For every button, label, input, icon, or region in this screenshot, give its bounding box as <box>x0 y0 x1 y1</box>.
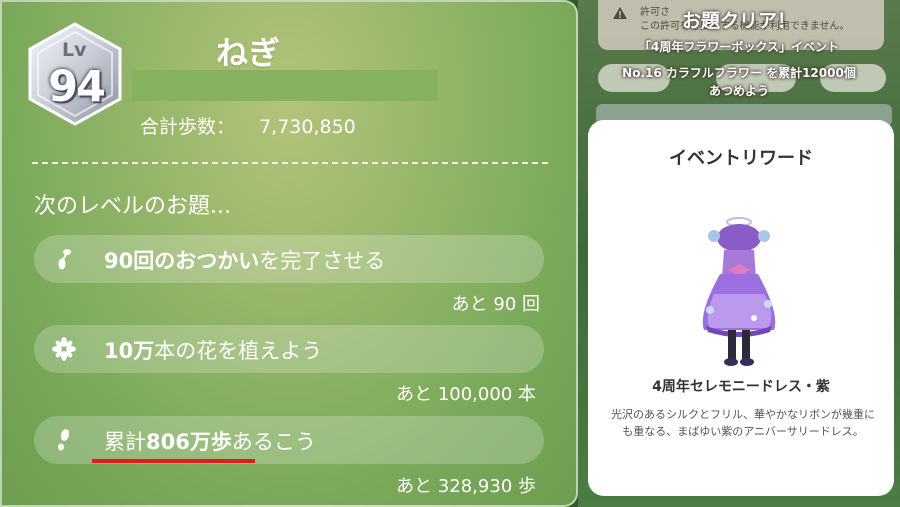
quest-event-name: 「4周年フラワーボックス」イベント <box>639 40 839 54</box>
total-steps-label: 合計歩数： <box>140 116 236 138</box>
reward-name: 4周年セレモニードレス・紫 <box>652 379 830 395</box>
task-label: 90回のおつかいを完了させる <box>104 249 386 273</box>
task-label: 累計806万歩あるこう <box>104 430 316 454</box>
reward-card[interactable]: イベントリワード 4周年セレモニードレス・紫 光沢のあるシルクとフリル、華やかな… <box>588 120 894 496</box>
task-remaining: あと 90 回 <box>451 294 540 315</box>
task-row[interactable]: 累計806万歩あるこう <box>34 416 544 464</box>
task-row[interactable]: 90回のおつかいを完了させる <box>34 235 544 283</box>
task-remaining: あと 100,000 本 <box>396 384 536 405</box>
level-label: Lv <box>62 39 87 61</box>
next-level-heading: 次のレベルのお題... <box>34 194 231 219</box>
flower-icon <box>52 337 76 361</box>
task-row[interactable]: 10万本の花を植えよう <box>34 325 544 373</box>
level-number: 94 <box>48 62 106 112</box>
task-remaining: あと 328,930 歩 <box>396 476 536 497</box>
total-steps-value: 7,730,850 <box>259 116 356 138</box>
quest-description: No.16 カラフルフラワー を累計12000個 あつめよう <box>622 66 856 98</box>
red-underline-annotation <box>92 459 255 463</box>
player-name: ねぎ <box>216 34 281 72</box>
reward-description: 光沢のあるシルクとフリル、華やかなリボンが幾重にも重なる、まばゆい紫のアニバーサ… <box>611 408 875 438</box>
total-steps: 合計歩数： 7,730,850 <box>140 112 356 139</box>
level-panel: Lv 94 ねぎ 合計歩数： 7,730,850 次のレベルのお題... 90回… <box>0 0 578 507</box>
quest-clear-title: お題クリア！ <box>681 10 796 32</box>
task-label: 10万本の花を植えよう <box>104 339 323 363</box>
event-background: 許可さ この許可を必要とする機能が利用できません。 お題クリア！ 「4周年フラワ… <box>578 0 900 507</box>
divider <box>32 162 548 164</box>
level-badge: Lv 94 <box>26 22 124 126</box>
footprint-icon <box>58 429 70 451</box>
pikmin-icon <box>58 249 71 270</box>
dress-icon <box>702 217 776 366</box>
redacted-area <box>132 70 438 101</box>
reward-heading: イベントリワード <box>669 148 813 169</box>
